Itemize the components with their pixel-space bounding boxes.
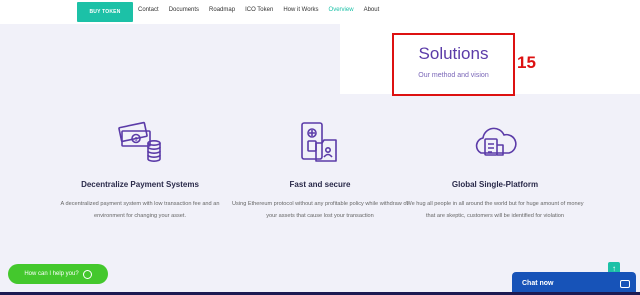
chat-label: Chat now [522,280,554,287]
feature-title: Decentralize Payment Systems [81,180,199,189]
feature-text: A decentralized payment system with low … [60,201,220,219]
nav-link-documents[interactable]: Documents [169,7,199,13]
help-chat-button[interactable]: How can I help you? [8,264,108,284]
section-title: Solutions [418,44,489,63]
top-navigation: BUY TOKEN Contact Documents Roadmap ICO … [0,0,640,94]
nav-link-ico-token[interactable]: ICO Token [245,7,273,13]
feature-text: Using Ethereum protocol without any prof… [232,201,408,219]
whatsapp-icon [82,269,92,279]
svg-text:$: $ [135,137,138,143]
feature-title: Fast and secure [289,180,351,189]
section-heading-highlight: Solutions Our method and vision [392,33,515,96]
feature-title: Global Single-Platform [451,180,539,189]
money-coins-icon: $ [45,118,235,168]
feature-card-global: Global Single-Platform We hug all people… [400,118,590,222]
section-subtitle: Our method and vision [418,72,489,79]
nav-link-roadmap[interactable]: Roadmap [209,7,235,13]
feature-card-payments: $ Decentralize Payment Systems A decentr… [45,118,235,222]
buy-token-button[interactable]: BUY TOKEN [77,2,133,22]
secure-folder-icon [225,118,415,168]
page: BUY TOKEN Contact Documents Roadmap ICO … [0,0,640,295]
feature-text: We hug all people in all around the worl… [406,201,584,219]
annotation-number: 15 [517,53,536,72]
nav-link-about[interactable]: About [364,7,380,13]
nav-link-contact[interactable]: Contact [138,7,159,13]
chat-bubble-icon [620,279,630,288]
nav-link-how-it-works[interactable]: How it Works [283,7,318,13]
nav-link-overview[interactable]: Overview [329,7,354,13]
help-label: How can I help you? [24,271,79,277]
feature-card-secure: Fast and secure Using Ethereum protocol … [225,118,415,222]
cloud-platform-icon [400,118,590,168]
nav-links: Contact Documents Roadmap ICO Token How … [138,7,389,13]
